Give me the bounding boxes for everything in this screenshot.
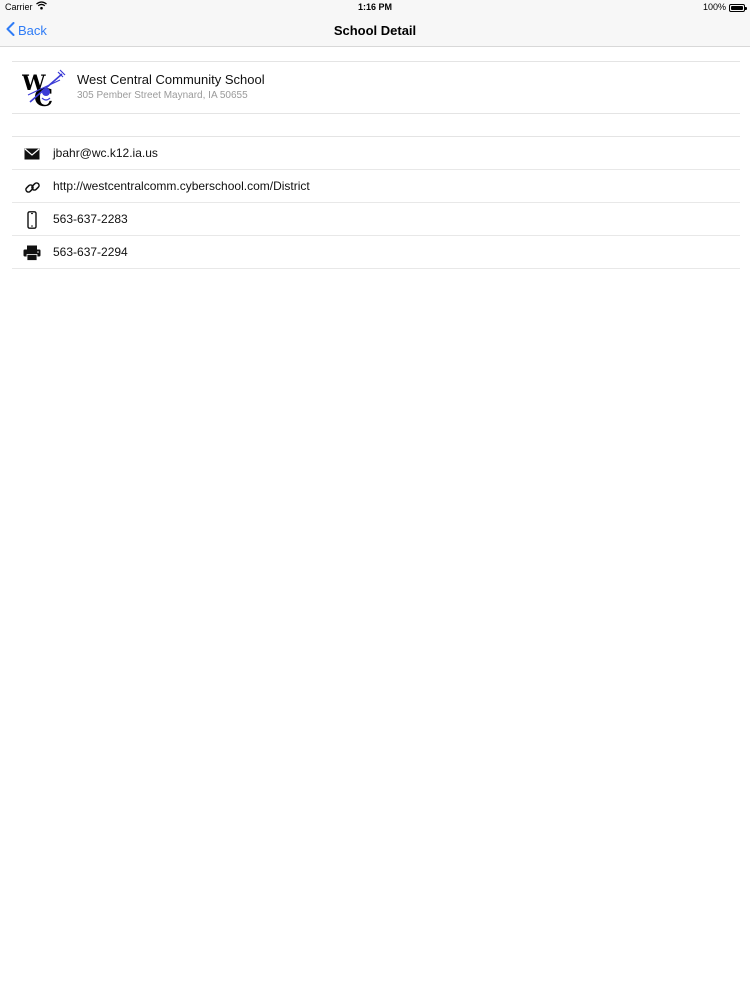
phone-row[interactable]: 563-637-2283 [12,203,740,236]
phone-value: 563-637-2283 [53,212,128,226]
battery-icon [729,3,747,12]
contact-list: jbahr@wc.k12.ia.us http://westcentralcom… [12,136,740,269]
fax-row[interactable]: 563-637-2294 [12,236,740,269]
envelope-icon [23,145,41,163]
website-value: http://westcentralcomm.cyberschool.com/D… [53,179,310,193]
school-name: West Central Community School [77,72,265,87]
status-bar: Carrier 1:16 PM 100% [0,0,750,15]
status-right: 100% [702,0,747,15]
school-address: 305 Pember Street Maynard, IA 50655 [77,90,248,101]
website-row[interactable]: http://westcentralcomm.cyberschool.com/D… [12,170,740,203]
school-header: W C West Central Community School 305 Pe… [12,61,740,114]
fax-icon [23,244,41,262]
phone-icon [23,211,41,229]
email-row[interactable]: jbahr@wc.k12.ia.us [12,137,740,170]
status-time: 1:16 PM [357,2,392,12]
school-logo: W C [21,68,66,112]
fax-value: 563-637-2294 [53,245,128,259]
page-title: School Detail [333,23,417,38]
school-detail-content: W C West Central Community School 305 Pe… [12,61,740,269]
email-value: jbahr@wc.k12.ia.us [53,146,158,160]
navigation-bar: Back School Detail [0,15,750,47]
battery-percent: 100% [702,2,726,12]
link-icon [23,178,41,196]
